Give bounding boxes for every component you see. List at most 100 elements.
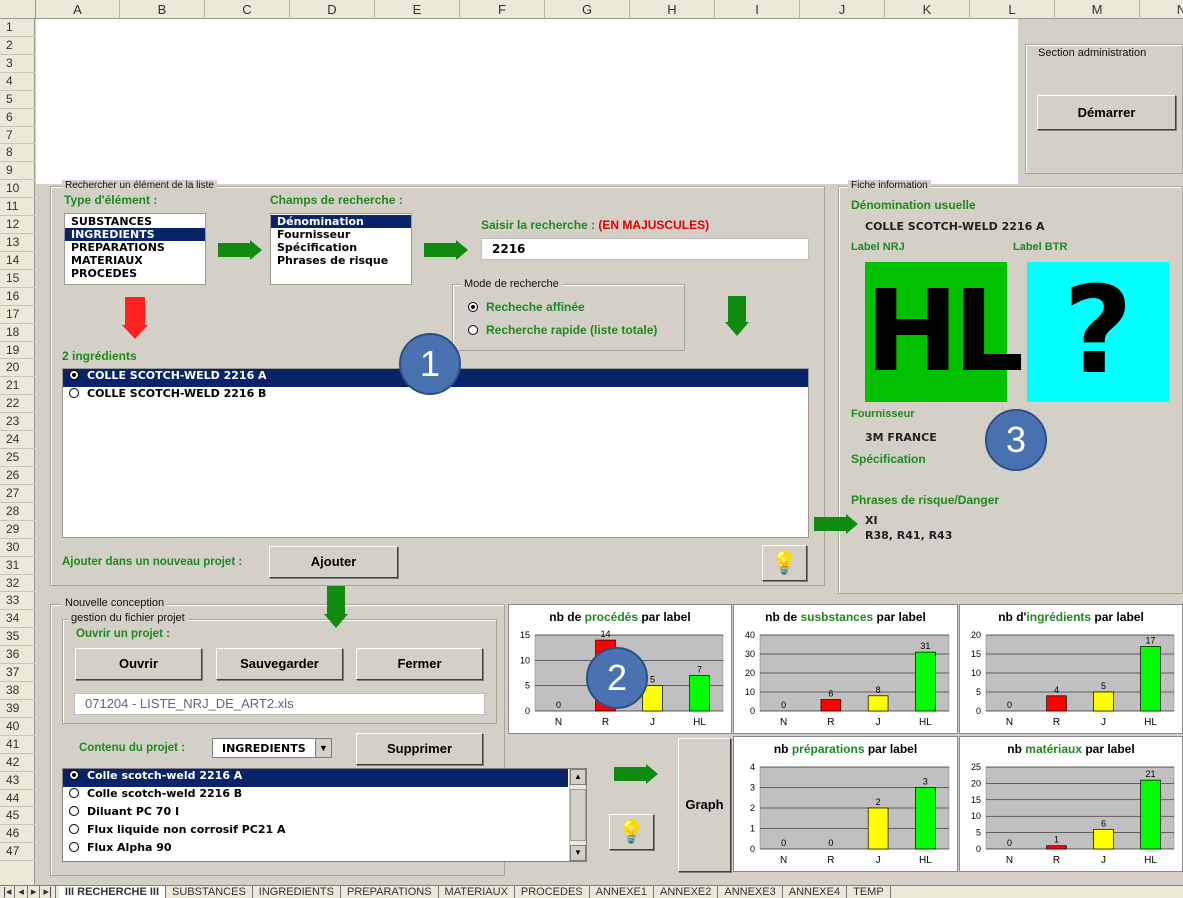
lightbulb-icon[interactable]: 💡 — [609, 814, 654, 850]
column-header-cell[interactable]: E — [375, 0, 460, 19]
tab-nav-first-icon[interactable]: |◂ — [0, 886, 16, 898]
row-header-cell[interactable]: 13 — [0, 234, 35, 252]
sheet-tab[interactable]: ANNEXE1 — [590, 886, 655, 898]
sheet-tab[interactable]: III RECHERCHE III — [58, 886, 167, 898]
type-option[interactable]: MATERIAUX — [65, 254, 205, 267]
project-item[interactable]: Colle scotch-weld 2216 B — [63, 787, 586, 805]
column-header-cell[interactable]: G — [545, 0, 630, 19]
row-header-cell[interactable]: 29 — [0, 521, 35, 539]
type-option-selected[interactable]: INGREDIENTS — [65, 228, 205, 241]
row-header-cell[interactable]: 11 — [0, 198, 35, 217]
column-header-cell[interactable]: J — [800, 0, 885, 19]
row-header-cell[interactable]: 43 — [0, 772, 35, 790]
sheet-tab[interactable]: SUBSTANCES — [166, 886, 253, 898]
type-listbox[interactable]: SUBSTANCES INGREDIENTS PREPARATIONS MATE… — [64, 213, 206, 285]
select-all-corner[interactable] — [0, 0, 36, 19]
project-item[interactable]: Flux liquide non corrosif PC21 A — [63, 823, 586, 841]
row-header-cell[interactable]: 31 — [0, 557, 35, 575]
row-header-cell[interactable]: 25 — [0, 449, 35, 467]
row-header-cell[interactable]: 33 — [0, 592, 35, 611]
row-header-cell[interactable]: 4 — [0, 73, 35, 91]
row-header-cell[interactable]: 41 — [0, 736, 35, 754]
sheet-tab[interactable]: PROCEDES — [515, 886, 590, 898]
graph-button[interactable]: Graph — [678, 738, 731, 872]
sheet-tab[interactable]: PREPARATIONS — [341, 886, 439, 898]
row-header-cell[interactable]: 19 — [0, 342, 35, 360]
chevron-down-icon[interactable]: ▼ — [315, 739, 331, 757]
save-button[interactable]: Sauvegarder — [216, 648, 343, 680]
row-header-cell[interactable]: 15 — [0, 270, 35, 288]
mode-option-refined[interactable]: Recheche affinée — [468, 300, 585, 314]
project-item[interactable]: Diluant PC 70 I — [63, 805, 586, 823]
row-header-cell[interactable]: 17 — [0, 306, 35, 324]
column-header-cell[interactable]: F — [460, 0, 545, 19]
scroll-thumb[interactable] — [570, 789, 586, 841]
row-header-cell[interactable]: 37 — [0, 664, 35, 683]
scroll-up-icon[interactable]: ▲ — [570, 769, 586, 785]
row-header-cell[interactable]: 6 — [0, 109, 35, 127]
row-header-cell[interactable]: 14 — [0, 252, 35, 270]
close-button[interactable]: Fermer — [356, 648, 483, 680]
type-option[interactable]: SUBSTANCES — [65, 215, 205, 228]
row-header-cell[interactable]: 1 — [0, 19, 35, 37]
type-option[interactable]: PROCEDES — [65, 267, 205, 280]
row-header-cell[interactable]: 18 — [0, 324, 35, 342]
column-header-cell[interactable]: N — [1140, 0, 1183, 19]
project-file-field[interactable]: 071204 - LISTE_NRJ_DE_ART2.xls — [74, 693, 485, 715]
field-option[interactable]: Phrases de risque — [271, 254, 411, 267]
column-header-cell[interactable]: L — [970, 0, 1055, 19]
field-option[interactable]: Fournisseur — [271, 228, 411, 241]
sheet-tab[interactable]: ANNEXE3 — [718, 886, 783, 898]
row-header-cell[interactable]: 44 — [0, 790, 35, 808]
scroll-down-icon[interactable]: ▼ — [570, 845, 586, 861]
column-header-cell[interactable]: B — [120, 0, 205, 19]
project-item[interactable]: Flux Alpha 90 — [63, 841, 586, 859]
add-button[interactable]: Ajouter — [269, 546, 398, 578]
row-header-cell[interactable]: 10 — [0, 180, 35, 199]
fields-listbox[interactable]: Dénomination Fournisseur Spécification P… — [270, 213, 412, 285]
column-header-cell[interactable]: A — [36, 0, 120, 19]
row-header-cell[interactable]: 45 — [0, 807, 35, 826]
row-header-cell[interactable]: 47 — [0, 843, 35, 862]
row-header-cell[interactable]: 23 — [0, 413, 35, 432]
tab-nav-next-icon[interactable]: ▸ — [28, 886, 41, 898]
row-header-cell[interactable]: 22 — [0, 395, 35, 414]
content-select[interactable]: INGREDIENTS ▼ — [212, 738, 332, 758]
tab-nav-prev-icon[interactable]: ◂ — [15, 886, 28, 898]
row-header-cell[interactable]: 9 — [0, 162, 35, 181]
sheet-tab[interactable]: ANNEXE2 — [654, 886, 719, 898]
sheet-tab[interactable]: TEMP — [847, 886, 891, 898]
project-item-selected[interactable]: Colle scotch-weld 2216 A — [63, 769, 568, 787]
start-button[interactable]: Démarrer — [1037, 95, 1176, 130]
row-header-cell[interactable]: 21 — [0, 377, 35, 396]
row-header-cell[interactable]: 30 — [0, 539, 35, 557]
scrollbar[interactable]: ▲ ▼ — [569, 769, 586, 861]
mode-option-quick[interactable]: Recherche rapide (liste totale) — [468, 323, 657, 337]
row-header-cell[interactable]: 35 — [0, 628, 35, 647]
row-header-cell[interactable]: 36 — [0, 646, 35, 665]
row-header-cell[interactable]: 42 — [0, 754, 35, 772]
project-content-list[interactable]: Colle scotch-weld 2216 A Colle scotch-we… — [62, 768, 587, 862]
row-header-cell[interactable]: 38 — [0, 682, 35, 700]
column-header-cell[interactable]: I — [715, 0, 800, 19]
tab-nav-last-icon[interactable]: ▸| — [40, 886, 56, 898]
sheet-tab[interactable]: ANNEXE4 — [783, 886, 848, 898]
row-header-cell[interactable]: 34 — [0, 610, 35, 629]
row-header-cell[interactable]: 7 — [0, 127, 35, 145]
field-option-selected[interactable]: Dénomination — [271, 215, 411, 228]
row-header-cell[interactable]: 2 — [0, 37, 35, 55]
sheet-tab[interactable]: MATERIAUX — [439, 886, 515, 898]
row-header-cell[interactable]: 26 — [0, 467, 35, 485]
row-header-cell[interactable]: 8 — [0, 144, 35, 163]
column-header-cell[interactable]: K — [885, 0, 970, 19]
row-header-cell[interactable]: 40 — [0, 718, 35, 736]
row-header-cell[interactable]: 46 — [0, 825, 35, 844]
column-header-cell[interactable]: H — [630, 0, 715, 19]
column-header-cell[interactable]: C — [205, 0, 290, 19]
row-header-cell[interactable]: 3 — [0, 55, 35, 73]
field-option[interactable]: Spécification — [271, 241, 411, 254]
type-option[interactable]: PREPARATIONS — [65, 241, 205, 254]
row-header-cell[interactable]: 32 — [0, 575, 35, 593]
row-header-cell[interactable]: 12 — [0, 216, 35, 235]
row-header-cell[interactable]: 39 — [0, 700, 35, 718]
